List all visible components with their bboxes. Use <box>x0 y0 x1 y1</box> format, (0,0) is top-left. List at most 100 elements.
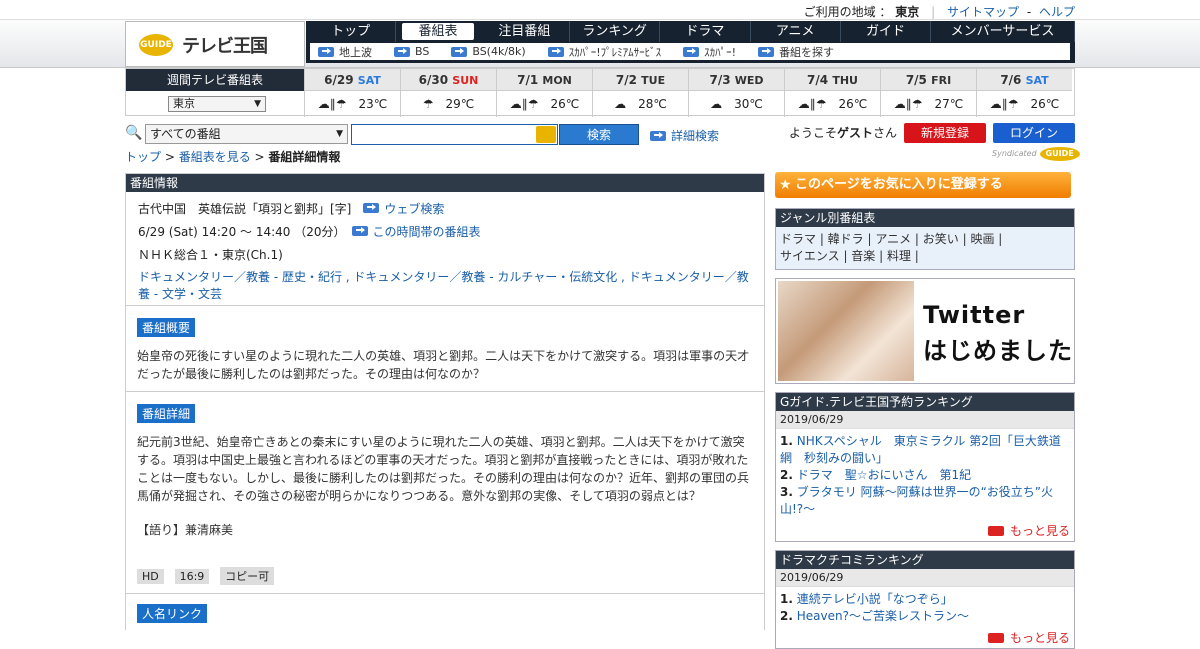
day-date: 7/1 MON <box>497 69 592 91</box>
weather-forecast: ☁∥☂ 26℃ <box>989 97 1060 111</box>
gguide-icon <box>536 126 556 143</box>
arrow-icon <box>758 46 775 57</box>
subnav-bs4k[interactable]: BS(4k/8k) <box>451 45 526 58</box>
twitter-banner[interactable]: Twitter はじめました <box>775 278 1075 384</box>
search-button[interactable]: 検索 <box>559 124 639 145</box>
welcome-text: ようこそゲストさん <box>789 126 898 140</box>
weather-icon: ☁ <box>614 97 627 111</box>
detail-label: 番組詳細 <box>137 404 196 423</box>
day-column[interactable]: 7/3 WED ☁ 30℃ <box>688 69 784 117</box>
subnav-bs[interactable]: BS <box>394 45 429 58</box>
program-info-header: 番組情報 <box>126 174 764 192</box>
subnav-skyperfect-premium[interactable]: ｽｶﾊﾟｰ!ﾌﾟﾚﾐｱﾑｻｰﾋﾞｽ <box>547 44 661 60</box>
genre-links-1[interactable]: ドラマ | 韓ドラ | アニメ | お笑い | 映画 | <box>780 231 1070 248</box>
weather-forecast: ☁∥☂ 26℃ <box>797 97 868 111</box>
day-column[interactable]: 6/30 SUN ☂ 29℃ <box>400 69 496 117</box>
nav-anime[interactable]: アニメ <box>751 21 841 42</box>
advanced-search-link[interactable]: 詳細検索 <box>650 127 719 144</box>
search-input[interactable] <box>351 124 558 145</box>
ranking-item[interactable]: 1. NHKスペシャル 東京ミラクル 第2回「巨大鉄道網 秒刻みの闘い」 <box>780 433 1070 467</box>
site-logo[interactable]: GUIDE テレビ王国 <box>125 21 305 67</box>
detail-text: 紀元前3世紀、始皇帝亡きあとの秦末にすい星のように現れた二人の英雄、項羽と劉邦。… <box>137 435 750 503</box>
login-button[interactable]: ログイン <box>993 123 1075 143</box>
crumb-list[interactable]: 番組表を見る <box>179 150 251 164</box>
summary-text: 始皇帝の死後にすい星のように現れた二人の英雄、項羽と劉邦。二人は天下をかけて激突… <box>137 349 750 381</box>
gguide-icon: GUIDE <box>1039 147 1080 161</box>
utility-bar: ご利用の地域 ： 東京 | サイトマップ - ヘルプ <box>0 0 1200 20</box>
arrow-icon <box>683 46 700 57</box>
weather-icon: ☂ <box>422 97 434 111</box>
genre-links[interactable]: ドキュメンタリー／教養 - 歴史・紀行 , ドキュメンタリー／教養 - カルチャ… <box>138 270 749 301</box>
crumb-current: 番組詳細情報 <box>268 150 341 164</box>
nav-guide[interactable]: ガイド <box>841 21 932 42</box>
weather-forecast: ☁ 28℃ <box>614 97 667 111</box>
nav-member[interactable]: メンバーサービス <box>931 21 1075 42</box>
subnav-chijo[interactable]: 地上波 <box>318 44 372 60</box>
day-date: 7/2 TUE <box>593 69 688 91</box>
arrow-icon <box>318 46 334 57</box>
weather-icon: ☁∥☂ <box>893 97 923 111</box>
nav-chumoku[interactable]: 注目番組 <box>480 21 570 42</box>
day-column[interactable]: 7/4 THU ☁∥☂ 26℃ <box>784 69 880 117</box>
weekly-schedule-bar: 週間テレビ番組表 東京 6/29 SAT ☁∥☂ 23℃ 6/30 SUN ☂ 29℃… <box>125 68 1075 117</box>
day-column[interactable]: 7/1 MON ☁∥☂ 26℃ <box>496 69 592 117</box>
weekly-label: 週間テレビ番組表 <box>126 69 304 91</box>
tag-hd: HD <box>137 569 164 584</box>
day-column[interactable]: 7/2 TUE ☁ 28℃ <box>592 69 688 117</box>
twitter-text-2: はじめました <box>923 337 1073 365</box>
web-search-link[interactable]: ウェブ検索 <box>384 202 444 216</box>
syndicated-badge: Syndicated GUIDE <box>992 147 1080 161</box>
ranking-item[interactable]: 2. ドラマ 聖☆おにいさん 第1紀 <box>780 467 1070 484</box>
register-button[interactable]: 新規登録 <box>904 123 986 143</box>
weather-forecast: ☁∥☂ 23℃ <box>317 97 388 111</box>
nav-ranking[interactable]: ランキング <box>570 21 661 42</box>
subnav-search[interactable]: 番組を探す <box>758 44 834 60</box>
drama-ranking-date: 2019/06/29 <box>776 569 1074 587</box>
ranking-more-link[interactable]: もっと見る <box>776 522 1074 541</box>
program-time: 6/29 (Sat) 14:20 ～ 14:40 （20分） <box>138 225 340 239</box>
summary-label: 番組概要 <box>137 318 196 337</box>
weather-forecast: ☁ 30℃ <box>710 97 763 111</box>
day-date: 7/5 FRI <box>881 69 976 91</box>
region-value: 東京 <box>895 5 920 19</box>
drama-ranking-header: ドラマクチコミランキング <box>776 551 1074 569</box>
nav-bangumi[interactable]: 番組表 <box>402 23 474 40</box>
ranking-header: Gガイド.テレビ王国予約ランキング <box>776 393 1074 411</box>
weather-forecast: ☁∥☂ 26℃ <box>509 97 580 111</box>
ranking-date: 2019/06/29 <box>776 411 1074 429</box>
subnav-skyperfect[interactable]: ｽｶﾊﾟｰ! <box>683 44 736 60</box>
weather-icon: ☁∥☂ <box>317 97 347 111</box>
weather-icon: ☁∥☂ <box>989 97 1019 111</box>
global-nav: トップ 番組表 注目番組 ランキング ドラマ アニメ ガイド メンバーサービス … <box>306 21 1075 63</box>
nav-top[interactable]: トップ <box>306 21 397 42</box>
sitemap-link[interactable]: サイトマップ <box>947 5 1019 19</box>
day-date: 6/29 SAT <box>305 69 400 91</box>
arrow-icon <box>351 226 368 236</box>
drama-ranking-item[interactable]: 1. 連続テレビ小説「なつぞら」 <box>780 591 1070 608</box>
ranking-item[interactable]: 3. ブラタモリ 阿蘇〜阿蘇は世界一の“お役立ち”火山!?〜 <box>780 484 1070 518</box>
nav-drama[interactable]: ドラマ <box>660 21 751 42</box>
tag-aspect: 16:9 <box>174 569 210 584</box>
arrow-icon <box>987 632 1004 643</box>
help-link[interactable]: ヘルプ <box>1039 5 1075 19</box>
day-column[interactable]: 6/29 SAT ☁∥☂ 23℃ <box>304 69 400 117</box>
program-type-select[interactable]: すべての番組 <box>145 124 348 144</box>
drama-ranking-item[interactable]: 2. Heaven?～ご苦楽レストラン～ <box>780 608 1070 625</box>
gguide-logo-icon: GUIDE <box>139 34 173 56</box>
genre-links-2[interactable]: サイエンス | 音楽 | 料理 | <box>780 248 1070 265</box>
timeslot-link[interactable]: この時間帯の番組表 <box>373 225 481 239</box>
arrow-icon <box>650 130 666 141</box>
day-date: 6/30 SUN <box>401 69 496 91</box>
genre-header: ジャンル別番組表 <box>776 209 1074 227</box>
program-info: 番組情報 古代中国 英雄伝説「項羽と劉邦」[字] ウェブ検索 6/29 (Sat… <box>125 173 765 630</box>
weather-icon: ☁∥☂ <box>509 97 539 111</box>
drama-more-link[interactable]: もっと見る <box>776 629 1074 648</box>
day-column[interactable]: 7/5 FRI ☁∥☂ 27℃ <box>880 69 976 117</box>
day-column[interactable]: 7/6 SAT ☁∥☂ 26℃ <box>976 69 1072 117</box>
twitter-text-1: Twitter <box>923 301 1026 329</box>
region-select[interactable]: 東京 <box>168 96 266 112</box>
favorite-button[interactable]: このページをお気に入りに登録する <box>775 172 1071 198</box>
arrow-icon <box>394 46 410 57</box>
crumb-top[interactable]: トップ <box>125 150 161 164</box>
arrow-icon <box>363 203 380 213</box>
